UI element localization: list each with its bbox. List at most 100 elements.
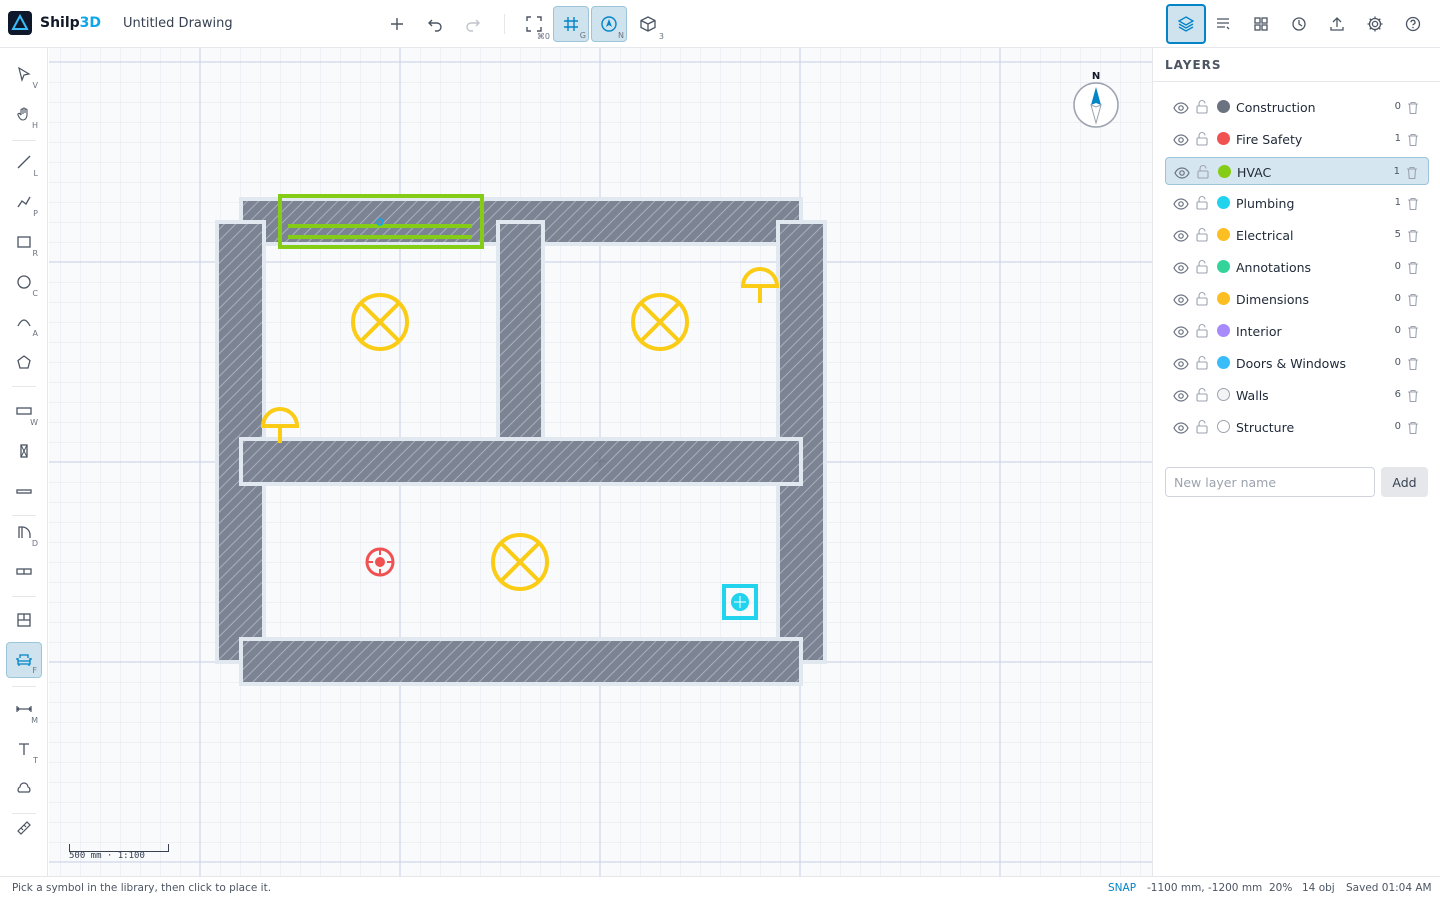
layer-color-swatch[interactable] [1217, 356, 1230, 369]
tool-door[interactable]: D [6, 514, 42, 550]
trash-icon[interactable] [1406, 165, 1418, 184]
tool-furniture[interactable]: F [6, 642, 42, 678]
layer-color-swatch[interactable] [1217, 292, 1230, 305]
tool-cloud[interactable] [6, 770, 42, 806]
trash-icon[interactable] [1407, 388, 1419, 407]
eye-icon[interactable] [1173, 228, 1189, 247]
history-icon [1292, 17, 1306, 31]
settings-button[interactable] [1357, 6, 1393, 42]
eye-icon[interactable] [1173, 100, 1189, 119]
view-3d-button[interactable]: 3 [630, 6, 666, 42]
undo-button[interactable] [417, 6, 453, 42]
layer-row[interactable]: Walls 6 [1165, 381, 1429, 409]
eye-icon[interactable] [1173, 132, 1189, 151]
layer-row[interactable]: Construction 0 [1165, 93, 1429, 121]
layer-color-swatch[interactable] [1217, 260, 1230, 273]
layer-row[interactable]: Dimensions 0 [1165, 285, 1429, 313]
unlock-icon[interactable] [1195, 131, 1209, 150]
tool-window[interactable] [6, 553, 42, 589]
eye-icon[interactable] [1173, 388, 1189, 407]
trash-icon[interactable] [1407, 260, 1419, 279]
layer-row[interactable]: Fire Safety 1 [1165, 125, 1429, 153]
tool-column[interactable] [6, 433, 42, 469]
eye-icon[interactable] [1174, 165, 1190, 184]
tool-polygon[interactable] [6, 344, 42, 380]
tool-line[interactable]: L [6, 144, 42, 180]
layer-row[interactable]: Doors & Windows 0 [1165, 349, 1429, 377]
layer-color-swatch[interactable] [1217, 420, 1230, 433]
unlock-icon[interactable] [1196, 164, 1210, 183]
fire-safety-symbol[interactable] [365, 547, 395, 577]
tool-room[interactable] [6, 602, 42, 638]
layer-row[interactable]: Electrical 5 [1165, 221, 1429, 249]
snap-toggle-button[interactable]: N [591, 6, 627, 42]
layer-color-swatch[interactable] [1217, 100, 1230, 113]
unlock-icon[interactable] [1195, 291, 1209, 310]
layer-row[interactable]: HVAC 1 [1165, 157, 1429, 185]
add-layer-button[interactable]: Add [1381, 467, 1428, 497]
drawing-svg[interactable]: N [49, 48, 1152, 876]
eye-icon[interactable] [1173, 356, 1189, 375]
redo-button[interactable] [455, 6, 491, 42]
object-count: 14 obj [1302, 882, 1335, 894]
layer-row[interactable]: Interior 0 [1165, 317, 1429, 345]
snap-status[interactable]: SNAP [1108, 882, 1136, 894]
trash-icon[interactable] [1407, 356, 1419, 375]
layers-panel-button[interactable] [1166, 4, 1206, 44]
unlock-icon[interactable] [1195, 323, 1209, 342]
new-button[interactable] [379, 6, 415, 42]
eye-icon[interactable] [1173, 324, 1189, 343]
unlock-icon[interactable] [1195, 387, 1209, 406]
tool-select[interactable]: V [6, 56, 42, 92]
layer-name: Walls [1236, 388, 1269, 403]
trash-icon[interactable] [1407, 420, 1419, 439]
trash-icon[interactable] [1407, 324, 1419, 343]
layer-color-swatch[interactable] [1217, 388, 1230, 401]
layer-color-swatch[interactable] [1217, 196, 1230, 209]
unlock-icon[interactable] [1195, 355, 1209, 374]
new-layer-name-input[interactable] [1165, 467, 1375, 497]
trash-icon[interactable] [1407, 228, 1419, 247]
unlock-icon[interactable] [1195, 419, 1209, 438]
layer-color-swatch[interactable] [1217, 228, 1230, 241]
eye-icon[interactable] [1173, 196, 1189, 215]
layer-color-swatch[interactable] [1217, 132, 1230, 145]
layer-color-swatch[interactable] [1217, 324, 1230, 337]
tool-circle[interactable]: C [6, 264, 42, 300]
tool-ruler[interactable] [6, 810, 42, 846]
drawing-canvas[interactable]: N 500 mm · 1:100 [49, 48, 1152, 876]
history-panel-button[interactable] [1281, 6, 1317, 42]
grid-toggle-button[interactable]: G [553, 6, 589, 42]
app-logo [8, 11, 32, 35]
tool-measure[interactable]: M [6, 691, 42, 727]
unlock-icon[interactable] [1195, 259, 1209, 278]
document-title[interactable]: Untitled Drawing [123, 16, 233, 31]
trash-icon[interactable] [1407, 132, 1419, 151]
trash-icon[interactable] [1407, 292, 1419, 311]
library-panel-button[interactable] [1243, 6, 1279, 42]
trash-icon[interactable] [1407, 196, 1419, 215]
export-button[interactable] [1319, 6, 1355, 42]
tool-arc[interactable]: A [6, 304, 42, 340]
layer-color-swatch[interactable] [1218, 165, 1231, 178]
eye-icon[interactable] [1173, 420, 1189, 439]
unlock-icon[interactable] [1195, 99, 1209, 118]
properties-panel-button[interactable] [1205, 6, 1241, 42]
layer-row[interactable]: Plumbing 1 [1165, 189, 1429, 217]
zoom-level[interactable]: 20% [1269, 882, 1292, 894]
zoom-fit-button[interactable]: ⌘0 [516, 6, 552, 42]
unlock-icon[interactable] [1195, 227, 1209, 246]
layer-row[interactable]: Annotations 0 [1165, 253, 1429, 281]
trash-icon[interactable] [1407, 100, 1419, 119]
tool-wall[interactable]: W [6, 393, 42, 429]
eye-icon[interactable] [1173, 260, 1189, 279]
help-button[interactable] [1395, 6, 1431, 42]
tool-rectangle[interactable]: R [6, 224, 42, 260]
tool-polyline[interactable]: P [6, 184, 42, 220]
layer-row[interactable]: Structure 0 [1165, 413, 1429, 441]
tool-text[interactable]: T [6, 731, 42, 767]
tool-pan[interactable]: H [6, 96, 42, 132]
unlock-icon[interactable] [1195, 195, 1209, 214]
eye-icon[interactable] [1173, 292, 1189, 311]
tool-beam[interactable] [6, 473, 42, 509]
